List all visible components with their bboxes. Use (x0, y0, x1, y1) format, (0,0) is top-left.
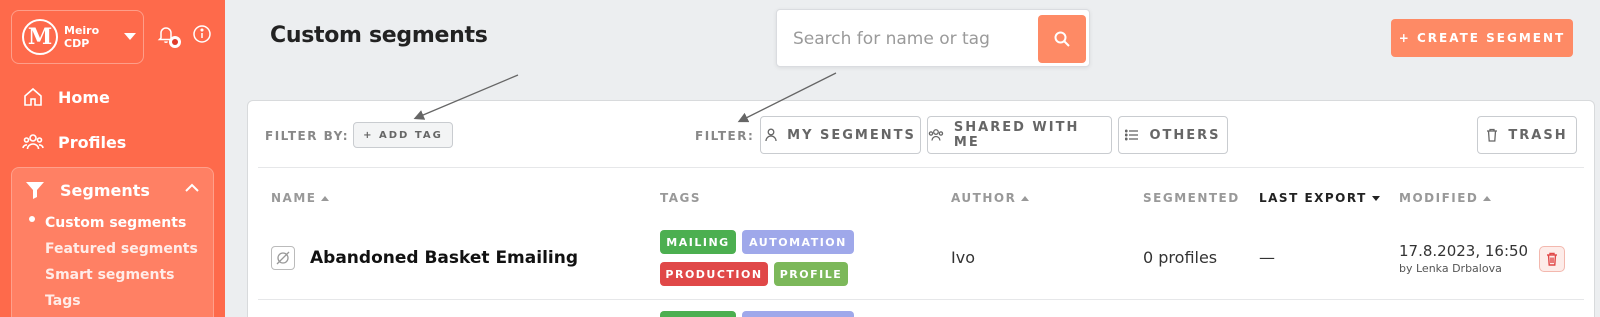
sidebar-subitem-custom-segments[interactable]: Custom segments (45, 215, 186, 231)
add-tag-button[interactable]: + ADD TAG (353, 122, 453, 148)
sort-asc-icon (1021, 195, 1030, 201)
sidebar-item-label: Profiles (58, 132, 127, 152)
search-button[interactable] (1038, 15, 1086, 63)
search-box (776, 9, 1090, 67)
sort-asc-icon (1483, 195, 1492, 201)
sidebar-item-label: Segments (60, 180, 150, 200)
search-icon (1054, 31, 1070, 47)
divider (258, 167, 1584, 168)
home-icon (24, 87, 42, 106)
row-divider (258, 299, 1584, 300)
column-header-author[interactable]: AUTHOR (951, 191, 1030, 205)
last-export-cell: — (1259, 248, 1275, 267)
segment-name[interactable]: Abandoned Basket Emailing (310, 248, 578, 268)
search-input[interactable] (793, 26, 1023, 52)
my-segments-button[interactable]: MY SEGMENTS (760, 116, 921, 154)
trash-icon (1487, 128, 1498, 142)
trash-icon (1547, 252, 1557, 266)
sidebar-subitem-featured-segments[interactable]: Featured segments (45, 241, 198, 257)
tag-mailing[interactable]: MAILING (660, 230, 736, 254)
meiro-logo: M (22, 19, 58, 55)
not-shared-icon (271, 246, 295, 270)
column-header-last-export[interactable]: LAST EXPORT (1259, 191, 1380, 205)
chevron-up-icon[interactable] (184, 182, 200, 194)
column-header-name[interactable]: NAME (271, 191, 330, 205)
segmented-cell: 0 profiles (1143, 248, 1218, 267)
author-cell: Ivo (951, 248, 975, 267)
sidebar-item-segments[interactable]: Segments (24, 179, 150, 201)
next-row-tag (742, 311, 854, 317)
column-header-modified[interactable]: MODIFIED (1399, 191, 1492, 205)
sidebar-subitem-tags[interactable]: Tags (45, 293, 81, 309)
others-button[interactable]: OTHERS (1118, 116, 1228, 154)
my-segments-label: MY SEGMENTS (787, 127, 916, 143)
shared-with-me-button[interactable]: SHARED WITH ME (927, 116, 1112, 154)
brand-name: Meiro CDP (64, 24, 100, 50)
modified-by: by Lenka Drbalova (1399, 262, 1502, 275)
tag-production[interactable]: PRODUCTION (660, 262, 768, 286)
segments-card: FILTER BY: + ADD TAG FILTER: MY SEGMENTS… (247, 100, 1595, 317)
column-header-tags: TAGS (660, 191, 702, 205)
users-icon (22, 134, 44, 150)
next-row-tag (660, 311, 736, 317)
caret-down-icon (124, 33, 136, 40)
sidebar: M Meiro CDP Home Profiles Segments Custo… (0, 0, 225, 317)
user-icon (765, 128, 777, 142)
trash-filter-button[interactable]: TRASH (1477, 116, 1577, 154)
modified-date: 17.8.2023, 16:50 (1399, 242, 1529, 260)
others-label: OTHERS (1149, 127, 1221, 143)
page-title: Custom segments (270, 23, 488, 48)
sort-asc-icon (321, 195, 330, 201)
trash-label: TRASH (1508, 127, 1568, 143)
tag-profile[interactable]: PROFILE (774, 262, 848, 286)
sidebar-subitem-smart-segments[interactable]: Smart segments (45, 267, 175, 283)
list-icon (1125, 129, 1139, 141)
sidebar-item-home[interactable]: Home (22, 86, 110, 108)
sort-desc-icon (1371, 195, 1380, 201)
column-header-segmented: SEGMENTED (1143, 191, 1240, 205)
info-icon[interactable] (192, 24, 212, 44)
users-icon (928, 129, 944, 141)
sidebar-item-profiles[interactable]: Profiles (22, 131, 126, 153)
filter-label: FILTER: (695, 129, 755, 143)
filter-icon (26, 182, 44, 199)
brand-switcher[interactable]: M Meiro CDP (11, 10, 144, 64)
delete-segment-button[interactable] (1539, 246, 1565, 272)
shared-with-me-label: SHARED WITH ME (953, 120, 1080, 150)
active-bullet (29, 216, 35, 222)
notification-badge (169, 36, 181, 48)
tag-automation[interactable]: AUTOMATION (742, 230, 854, 254)
create-segment-button[interactable]: + CREATE SEGMENT (1391, 19, 1573, 57)
filter-by-label: FILTER BY: (265, 129, 350, 143)
sidebar-item-label: Home (58, 87, 110, 107)
